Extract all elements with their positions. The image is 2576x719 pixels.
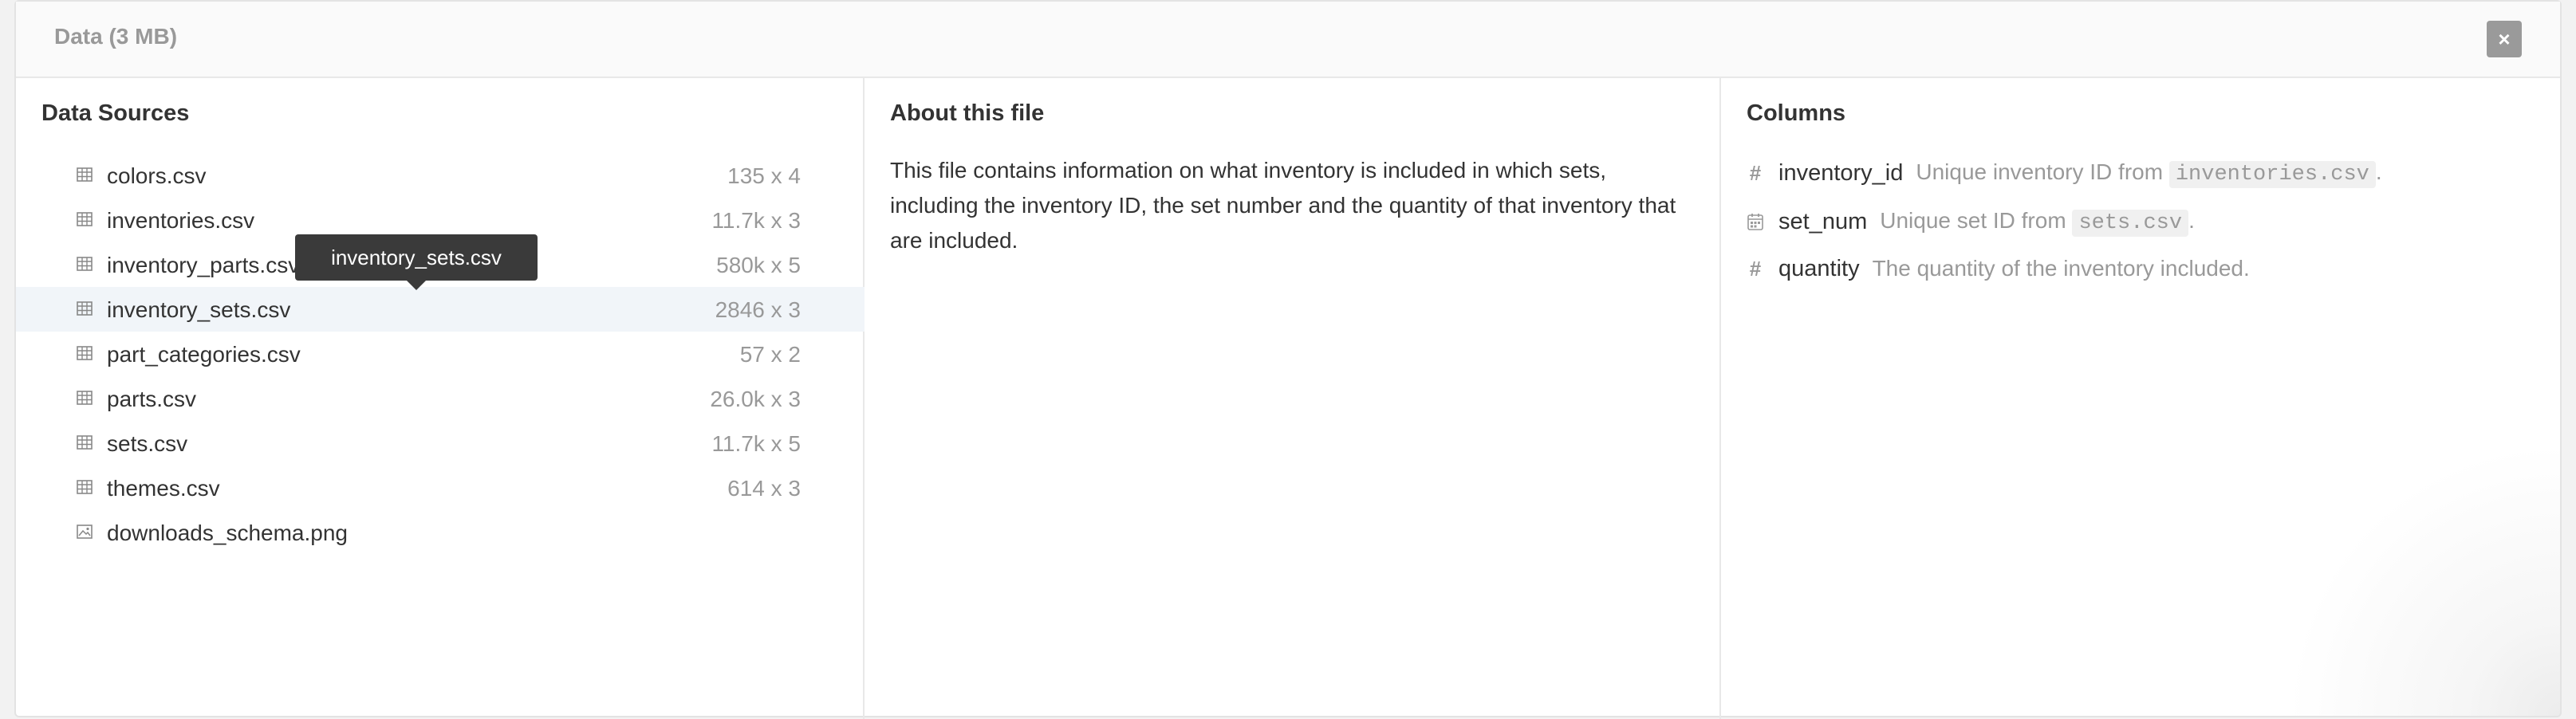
tooltip-text: inventory_sets.csv [331,245,502,269]
column-description-text: Unique inventory ID from [1916,159,2169,184]
table-icon [77,435,93,450]
table-icon [77,167,93,182]
table-icon [77,480,93,494]
tooltip-arrow [407,281,426,290]
column-description: Unique inventory ID from inventories.csv… [1916,159,2382,188]
column-description: The quantity of the inventory included. [1873,256,2250,281]
file-dimensions: 614 x 3 [727,476,801,501]
panel-title: Data (3 MB) [54,24,178,49]
file-dimensions: 135 x 4 [727,163,801,188]
hash-icon: # [1749,256,1762,281]
column-source-file-code: sets.csv [2072,210,2189,237]
file-row[interactable]: part_categories.csv 57 x 2 [16,332,865,376]
file-dimensions: 2846 x 3 [715,297,801,322]
data-panel: Data (3 MB) × Data Sources colors.csv 135… [14,0,2562,719]
file-name: inventory_parts.csv [107,253,300,277]
file-name: inventories.csv [107,208,255,233]
file-dimensions: 580k x 5 [716,253,801,277]
file-name: parts.csv [107,387,197,411]
file-list: colors.csv 135 x 4 inventories.csv 11.7k x … [16,153,865,555]
column-description-text: Unique set ID from [1880,208,2073,233]
file-row[interactable]: parts.csv 26.0k x 3 [16,376,865,421]
table-icon [77,301,93,316]
file-name: downloads_schema.png [107,521,348,545]
column-row: # quantity The quantity of the inventory i… [1747,249,2250,289]
columns-pane: Columns # inventory_id Unique inventory ID… [1721,78,2562,719]
close-button[interactable]: × [2487,21,2522,57]
table-icon [77,346,93,360]
image-icon [77,525,93,539]
column-description: Unique set ID from sets.csv. [1880,208,2195,237]
column-source-file-code: inventories.csv [2168,161,2376,188]
file-row[interactable]: themes.csv 614 x 3 [16,466,865,510]
data-sources-heading: Data Sources [41,100,190,126]
file-row[interactable]: sets.csv 11.7k x 5 [16,421,865,466]
table-icon [77,257,93,271]
about-description: This file contains information on what i… [890,158,1676,253]
about-pane: About this file This file contains infor… [865,78,1721,719]
column-row: # inventory_id Unique inventory ID from in… [1747,153,2382,193]
column-name: set_num [1778,208,1868,234]
column-name: quantity [1778,255,1860,281]
column-description-text: The quantity of the inventory included. [1872,256,2250,281]
file-name: inventory_sets.csv [107,297,291,322]
table-icon [77,212,93,226]
file-name: themes.csv [107,476,220,501]
column-description-suffix: . [2375,159,2382,184]
file-name: sets.csv [107,431,188,456]
file-row[interactable]: inventory_sets.csv 2846 x 3 [16,287,865,332]
columns-heading: Columns [1747,100,1846,126]
panel-header: Data (3 MB) × [16,2,2560,78]
file-name: colors.csv [107,163,207,188]
file-row[interactable]: colors.csv 135 x 4 [16,153,865,198]
calendar-icon [1747,212,1764,231]
file-dimensions: 11.7k x 5 [711,431,801,456]
column-description-suffix: . [2188,208,2195,233]
hash-icon: # [1749,160,1762,185]
file-tooltip: inventory_sets.csv [295,234,538,290]
column-row: set_num Unique set ID from sets.csv. [1747,202,2195,242]
column-name: inventory_id [1778,159,1904,186]
file-dimensions: 57 x 2 [739,342,801,367]
table-icon [77,391,93,405]
file-dimensions: 26.0k x 3 [710,387,801,411]
about-heading: About this file [890,100,1045,126]
file-name: part_categories.csv [107,342,301,367]
data-sources-pane: Data Sources colors.csv 135 x 4 inventorie… [16,78,865,719]
file-row[interactable]: downloads_schema.png [16,510,865,555]
file-dimensions: 11.7k x 3 [711,208,801,233]
close-icon: × [2498,26,2511,51]
